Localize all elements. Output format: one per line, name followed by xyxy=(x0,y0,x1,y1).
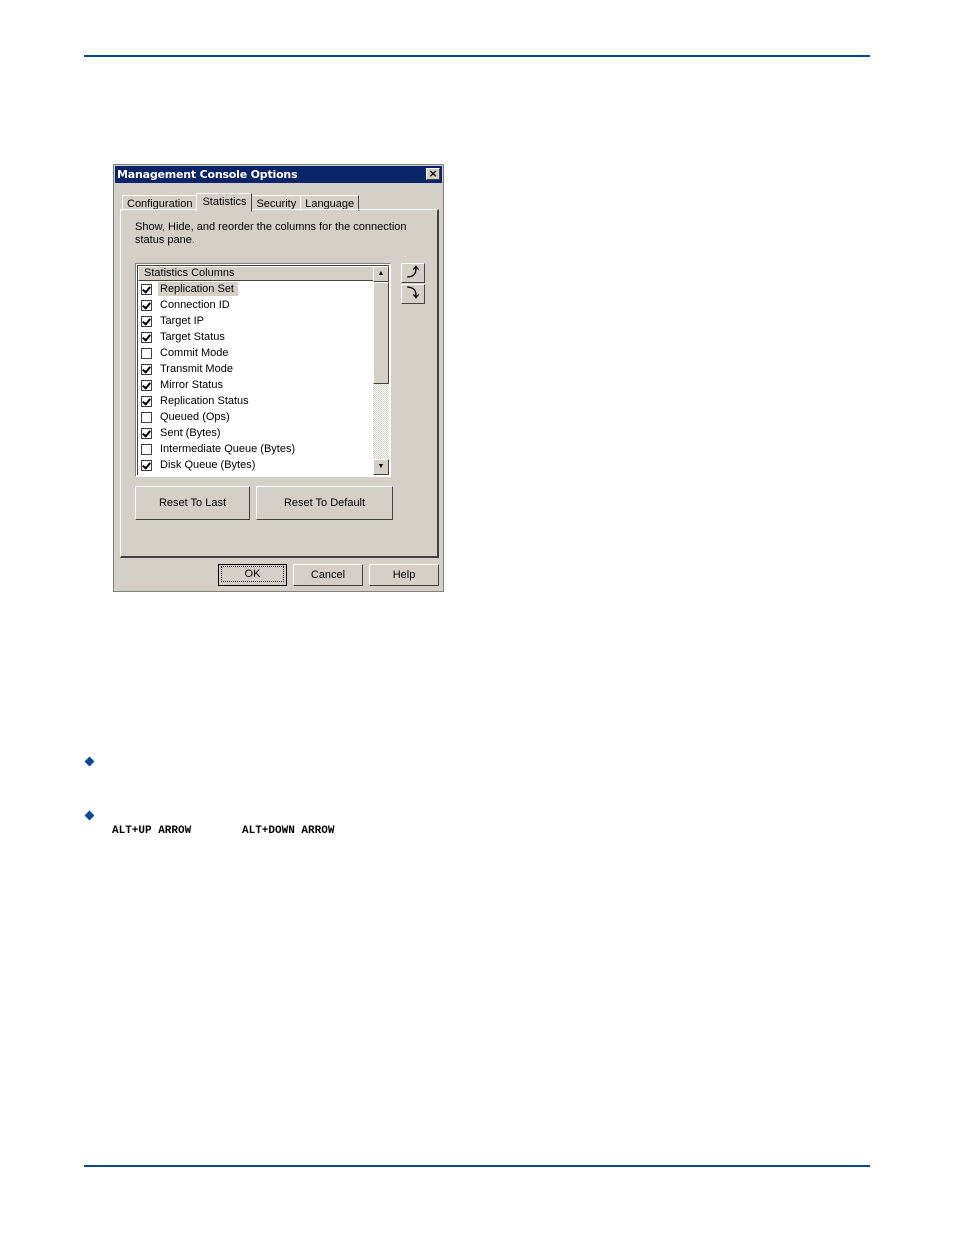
ok-button[interactable]: OK xyxy=(218,564,287,586)
header-rule xyxy=(84,55,870,57)
move-down-button[interactable]: ⤵ xyxy=(401,284,425,304)
list-item[interactable]: Intermediate Queue (Bytes) xyxy=(138,441,376,457)
column-checkbox[interactable] xyxy=(141,459,152,471)
column-items: Replication Set Connection ID Target IP Tar… xyxy=(138,281,376,475)
dialog-title: Management Console Options xyxy=(117,168,298,181)
column-checkbox[interactable] xyxy=(141,363,152,375)
diamond-bullet-icon xyxy=(84,810,95,821)
list-item[interactable]: Target IP xyxy=(138,313,376,329)
help-button[interactable]: Help xyxy=(369,564,439,586)
statistics-panel: Show, Hide, and reorder the columns for … xyxy=(120,209,439,558)
diamond-bullet-icon xyxy=(84,756,95,767)
list-item-label: Disk Queue (Bytes) xyxy=(160,459,256,471)
list-item-label: Sent Replication (Bytes) xyxy=(158,474,282,475)
list-item-label: Target IP xyxy=(160,315,205,327)
column-checkbox[interactable] xyxy=(141,443,152,455)
close-button[interactable]: × xyxy=(426,168,440,180)
management-console-options-dialog: Management Console Options × Configurati… xyxy=(113,164,444,592)
list-item[interactable]: Target Status xyxy=(138,329,376,345)
list-item[interactable]: Sent (Bytes) xyxy=(138,425,376,441)
list-item[interactable]: Disk Queue (Bytes) xyxy=(138,457,376,473)
list-item-label: Transmit Mode xyxy=(160,363,233,375)
column-checkbox[interactable] xyxy=(141,347,152,359)
column-checkbox[interactable] xyxy=(141,411,152,423)
list-item-label: Queued (Ops) xyxy=(160,411,230,423)
column-checkbox[interactable] xyxy=(141,283,152,295)
list-item-label: Replication Status xyxy=(160,395,249,407)
statistics-columns-list[interactable]: Statistics Columns Replication Set Connec… xyxy=(135,263,391,477)
shortcut-alt-down: ALT+DOWN ARROW xyxy=(242,825,335,837)
list-item[interactable]: Replication Set xyxy=(138,281,376,297)
arrow-up-icon: ▲ xyxy=(377,270,385,277)
move-up-icon: ⤴ xyxy=(406,265,419,279)
shortcut-alt-up: ALT+UP ARROW xyxy=(112,825,192,837)
column-checkbox[interactable] xyxy=(141,299,152,311)
close-icon: × xyxy=(428,167,438,180)
column-checkbox[interactable] xyxy=(141,427,152,439)
column-checkbox[interactable] xyxy=(141,331,152,343)
list-item[interactable]: Mirror Status xyxy=(138,377,376,393)
list-scrollbar[interactable]: ▲ ▼ xyxy=(373,266,389,475)
list-item-label: Sent (Bytes) xyxy=(160,427,221,439)
arrow-down-icon: ▼ xyxy=(377,463,385,470)
dialog-titlebar[interactable]: Management Console Options × xyxy=(115,166,442,183)
scroll-down-button[interactable]: ▼ xyxy=(373,459,389,475)
move-down-icon: ⤵ xyxy=(406,286,419,300)
tab-strip: Configuration Statistics Security Langua… xyxy=(122,191,360,212)
ok-label: OK xyxy=(221,566,284,582)
scroll-thumb[interactable] xyxy=(373,282,389,384)
list-item-label: Mirror Status xyxy=(160,379,223,391)
list-item[interactable]: Sent Replication (Bytes) xyxy=(138,473,376,475)
list-item[interactable]: Commit Mode xyxy=(138,345,376,361)
list-item-label: Replication Set xyxy=(158,282,238,296)
column-header[interactable]: Statistics Columns xyxy=(138,266,375,281)
list-item[interactable]: Connection ID xyxy=(138,297,376,313)
reset-to-last-button[interactable]: Reset To Last xyxy=(135,486,250,520)
scroll-up-button[interactable]: ▲ xyxy=(373,266,389,282)
list-item-label: Intermediate Queue (Bytes) xyxy=(160,443,296,455)
panel-description: Show, Hide, and reorder the columns for … xyxy=(135,221,407,246)
list-item-label: Target Status xyxy=(160,331,225,343)
list-item-label: Connection ID xyxy=(160,299,230,311)
column-checkbox[interactable] xyxy=(141,395,152,407)
list-item[interactable]: Transmit Mode xyxy=(138,361,376,377)
cancel-button[interactable]: Cancel xyxy=(293,564,363,586)
footer-rule xyxy=(84,1165,870,1167)
column-checkbox[interactable] xyxy=(141,315,152,327)
tab-statistics[interactable]: Statistics xyxy=(196,193,253,212)
list-item[interactable]: Replication Status xyxy=(138,393,376,409)
list-item-label: Commit Mode xyxy=(160,347,229,359)
reset-to-default-button[interactable]: Reset To Default xyxy=(256,486,393,520)
list-item[interactable]: Queued (Ops) xyxy=(138,409,376,425)
column-checkbox[interactable] xyxy=(141,379,152,391)
move-up-button[interactable]: ⤴ xyxy=(401,263,425,283)
